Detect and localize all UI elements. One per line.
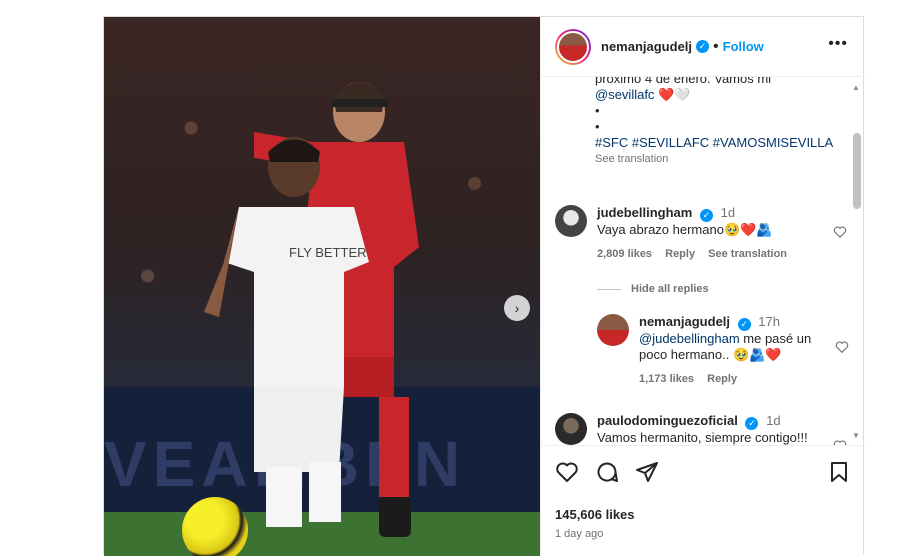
see-translation-link[interactable]: See translation xyxy=(708,248,787,260)
comment-username[interactable]: judebellingham xyxy=(597,205,692,220)
comment-text: Vamos hermanito, siempre contigo!!!💪❤️ xyxy=(597,430,808,445)
football xyxy=(182,497,248,556)
reply-button[interactable]: Reply xyxy=(707,373,737,385)
comment-time: 1d xyxy=(766,413,781,428)
like-comment-heart-icon[interactable] xyxy=(835,340,849,354)
reply-button[interactable]: Reply xyxy=(665,248,695,260)
scroll-up-icon[interactable]: ▲ xyxy=(852,83,860,92)
comment-meta: 1,173 likes Reply xyxy=(639,371,819,387)
player-white-kit: FLY BETTER xyxy=(204,137,369,527)
action-bar: 145,606 likes 1 day ago xyxy=(541,445,866,556)
comment-time: 1d xyxy=(720,205,736,220)
verified-icon: ✓ xyxy=(699,209,713,222)
svg-text:FLY BETTER: FLY BETTER xyxy=(289,245,367,260)
caption-mention[interactable]: @sevillafc xyxy=(595,87,654,102)
avatar-image xyxy=(557,30,589,63)
post-header: nemanjagudelj ✓ • Follow ••• xyxy=(541,17,866,77)
post-media: VEAMBEN FLY BETTER › xyxy=(104,17,540,556)
hide-replies-toggle[interactable]: Hide all replies xyxy=(597,283,709,295)
post-timestamp: 1 day ago xyxy=(555,528,604,540)
post-dialog: VEAMBEN FLY BETTER › xyxy=(103,16,866,556)
comment-body: judebellingham ✓ 1d Vaya abrazo hermano🥹… xyxy=(597,205,817,262)
comment-likes[interactable]: 2,809 likes xyxy=(597,248,652,260)
verified-icon: ✓ xyxy=(737,318,751,331)
commenter-avatar[interactable] xyxy=(555,413,587,445)
next-media-button[interactable]: › xyxy=(504,295,530,321)
bookmark-icon[interactable] xyxy=(827,460,851,484)
verified-icon: ✓ xyxy=(696,40,710,53)
caption-bullet: • xyxy=(595,103,600,118)
heart-icon[interactable] xyxy=(555,460,579,484)
comment-username[interactable]: nemanjagudelj xyxy=(639,314,730,329)
comments-list[interactable]: próximo 4 de enero. Vamos mi @sevillafc … xyxy=(541,77,866,445)
commenter-avatar[interactable] xyxy=(555,205,587,237)
chevron-right-icon: › xyxy=(514,300,520,316)
author-avatar[interactable] xyxy=(555,28,591,65)
comment-meta: 2,809 likes Reply See translation xyxy=(597,246,817,262)
caption-hashtags[interactable]: #SFC #SEVILLAFC #VAMOSMISEVILLA xyxy=(595,135,850,151)
caption-line: próximo 4 de enero. Vamos mi xyxy=(595,77,772,86)
caption-bullet: • xyxy=(595,119,600,134)
reply-mention[interactable]: @judebellingham xyxy=(639,331,740,346)
caption-hearts: ❤️🤍 xyxy=(658,87,691,102)
verified-icon: ✓ xyxy=(745,417,759,430)
comment-username[interactable]: paulodominguezoficial xyxy=(597,413,738,428)
comment-body: paulodominguezoficial ✓ 1d Vamos hermani… xyxy=(597,413,817,445)
comment-likes[interactable]: 1,173 likes xyxy=(639,373,694,385)
separator-dot: • xyxy=(713,37,719,55)
share-icon[interactable] xyxy=(635,460,659,484)
hide-replies-label: Hide all replies xyxy=(631,283,709,295)
comment-time: 17h xyxy=(758,314,780,329)
follow-button[interactable]: Follow xyxy=(723,39,764,54)
caption-see-translation[interactable]: See translation xyxy=(595,151,850,167)
scroll-down-icon[interactable]: ▼ xyxy=(852,431,860,440)
caption: próximo 4 de enero. Vamos mi @sevillafc … xyxy=(595,77,850,167)
comment-icon[interactable] xyxy=(595,460,619,484)
comment-text: Vaya abrazo hermano🥹❤️🫂 xyxy=(597,222,773,237)
author-username[interactable]: nemanjagudelj xyxy=(601,39,692,54)
like-comment-heart-icon[interactable] xyxy=(833,225,847,239)
comment-body: nemanjagudelj ✓ 17h @judebellingham me p… xyxy=(639,314,819,387)
commenter-avatar[interactable] xyxy=(597,314,629,346)
more-options-icon[interactable]: ••• xyxy=(828,35,848,53)
scrollbar-thumb[interactable] xyxy=(853,133,861,209)
likes-count[interactable]: 145,606 likes xyxy=(555,507,635,522)
post-sidebar: nemanjagudelj ✓ • Follow ••• próximo 4 d… xyxy=(540,17,866,556)
divider-line xyxy=(597,288,621,290)
